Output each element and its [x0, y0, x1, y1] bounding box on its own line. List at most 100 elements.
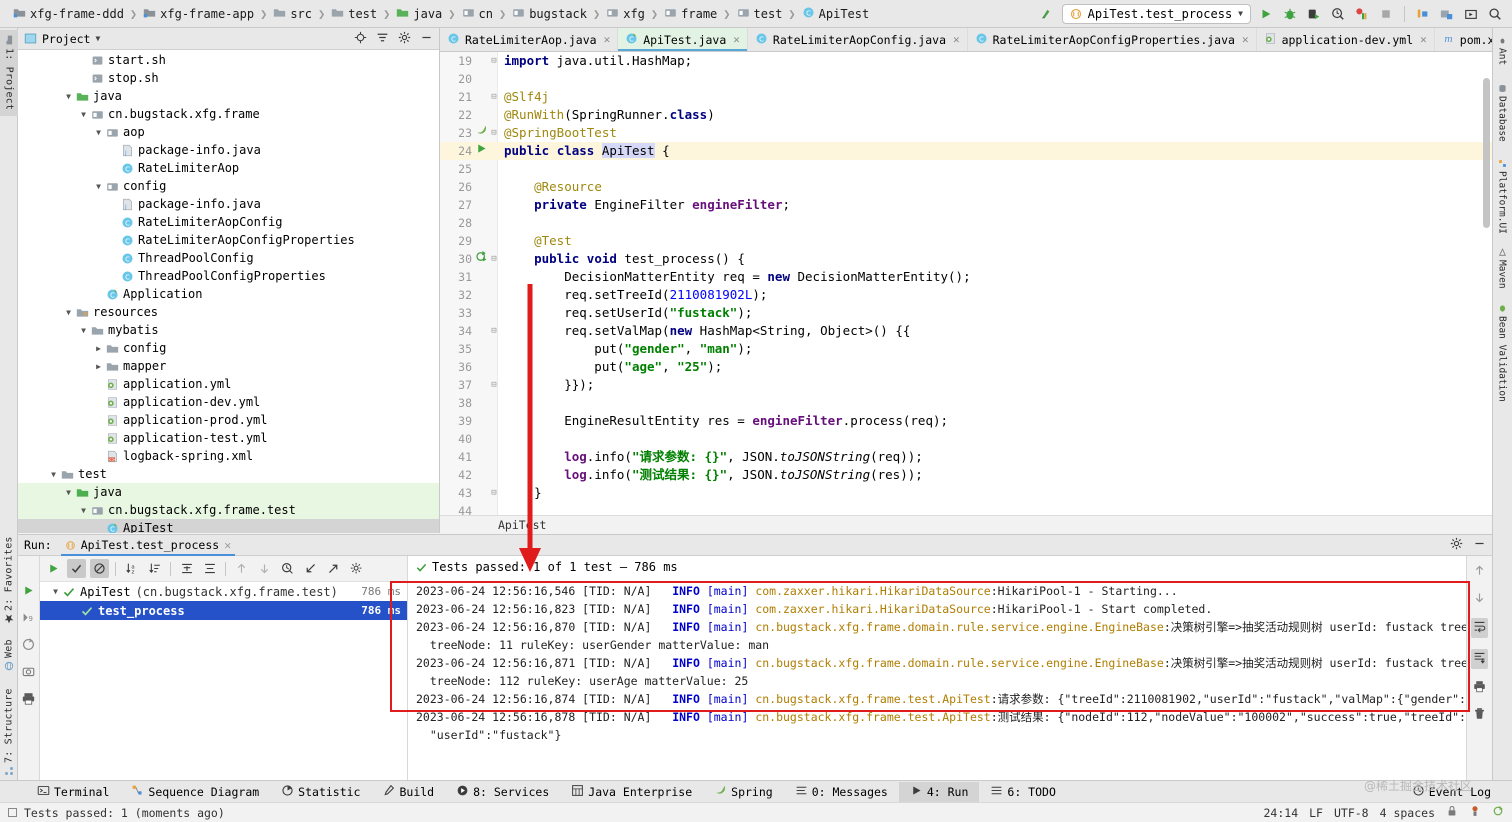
print-icon[interactable] [1473, 680, 1486, 696]
import-results-icon[interactable] [301, 559, 320, 578]
fold-marker[interactable]: ⊟ [488, 376, 500, 394]
stop-icon[interactable] [1377, 5, 1395, 23]
sort-by-duration-icon[interactable] [145, 559, 164, 578]
lock-icon[interactable] [1446, 805, 1458, 820]
fold-marker[interactable] [488, 106, 500, 124]
next-failed-icon[interactable] [255, 559, 274, 578]
tool-window-button-4--run[interactable]: 4: Run [898, 781, 980, 802]
breadcrumb-item-xfg[interactable]: xfg [601, 6, 650, 22]
fold-marker[interactable] [488, 196, 500, 214]
line-separator[interactable]: LF [1309, 806, 1323, 820]
tool-window-button-0--messages[interactable]: 0: Messages [784, 782, 899, 802]
fold-marker[interactable] [488, 448, 500, 466]
breadcrumb-item-xfg-frame-app[interactable]: xfg-frame-app [138, 6, 259, 22]
tree-expand-arrow[interactable]: ▼ [48, 470, 59, 479]
tree-expand-arrow[interactable]: ▼ [78, 326, 89, 335]
sidebar-item-web[interactable]: Web [0, 632, 18, 678]
run-tab[interactable]: ApiTest.test_process ✕ [60, 534, 236, 556]
editor-tab-pom-xml--x[interactable]: mpom.xml (x✕ [1435, 28, 1492, 51]
code-editor[interactable]: 19 ⊟ import java.util.HashMap; 20 21 ⊟ @Slf4j 2… [440, 52, 1492, 533]
build-icon[interactable] [1414, 5, 1432, 23]
tree-node-config[interactable]: ▼ config [18, 177, 439, 195]
sidebar-item-platform-ui[interactable]: Platform.UI [1492, 156, 1512, 236]
tool-window-button-8--services[interactable]: 8: Services [445, 782, 560, 802]
hide-ignored-icon[interactable] [90, 559, 109, 578]
run-coverage-icon[interactable] [1305, 5, 1323, 23]
tree-node-package-info-java[interactable]: Jpackage-info.java [18, 195, 439, 213]
fold-marker[interactable] [488, 430, 500, 448]
tree-node-application-dev-yml[interactable]: application-dev.yml [18, 393, 439, 411]
close-icon[interactable]: ✕ [1242, 33, 1249, 46]
fold-marker[interactable] [488, 394, 500, 412]
chevron-down-icon[interactable]: ▼ [95, 34, 100, 43]
tree-node-mybatis[interactable]: ▼ mybatis [18, 321, 439, 339]
tool-window-button-event-log[interactable]: Event Log [1401, 782, 1502, 802]
breadcrumb-item-bugstack[interactable]: bugstack [507, 6, 592, 22]
tree-node-threadpoolconfigproperties[interactable]: C ThreadPoolConfigProperties [18, 267, 439, 285]
breadcrumb-item-xfg-frame-ddd[interactable]: xfg-frame-ddd [8, 6, 129, 22]
breadcrumb-item-test[interactable]: test [326, 6, 382, 22]
tree-expand-arrow[interactable]: ▶ [93, 344, 104, 353]
tree-node-ratelimiteraopconfig[interactable]: C RateLimiterAopConfig [18, 213, 439, 231]
tree-expand-arrow[interactable]: ▼ [93, 128, 104, 137]
indent-setting[interactable]: 4 spaces [1380, 806, 1435, 820]
run-configuration-selector[interactable]: ApiTest.test_process ▼ [1061, 3, 1251, 24]
tool-window-button-spring[interactable]: Spring [703, 782, 784, 802]
sidebar-item-structure[interactable]: 7: Structure [0, 686, 18, 778]
test-result-row-test-process[interactable]: test_process 786 ms [40, 601, 407, 620]
tree-node-test[interactable]: ▼ test [18, 465, 439, 483]
file-encoding[interactable]: UTF-8 [1334, 806, 1369, 820]
tree-expand-arrow[interactable]: ▼ [78, 110, 89, 119]
search-everywhere-icon[interactable] [1486, 5, 1504, 23]
fold-marker[interactable] [488, 466, 500, 484]
tool-window-button-java-enterprise[interactable]: Java Enterprise [560, 782, 703, 802]
sidebar-item-ant[interactable]: Ant [1492, 32, 1512, 70]
fold-marker[interactable]: ⊟ [488, 52, 500, 70]
fold-marker[interactable] [488, 268, 500, 286]
breadcrumb-item-src[interactable]: src [268, 6, 317, 22]
close-icon[interactable]: ✕ [953, 33, 960, 46]
tree-node-aop[interactable]: ▼ aop [18, 123, 439, 141]
tree-node-mapper[interactable]: ▶ mapper [18, 357, 439, 375]
close-icon[interactable]: ✕ [733, 33, 740, 46]
breadcrumb-item-apitest[interactable]: C ApiTest [797, 6, 875, 22]
back-arrow-icon[interactable] [1038, 5, 1056, 23]
tree-expand-arrow[interactable]: ▼ [63, 92, 74, 101]
inspections-icon[interactable] [1469, 805, 1481, 820]
editor-tab-ratelimiteraop-java[interactable]: C RateLimiterAop.java ✕ [440, 28, 619, 51]
tree-node-application-prod-yml[interactable]: application-prod.yml [18, 411, 439, 429]
tree-node-config[interactable]: ▶ config [18, 339, 439, 357]
sort-alphabetically-icon[interactable]: az [122, 559, 141, 578]
collapse-all-icon[interactable] [376, 31, 389, 47]
caret-position[interactable]: 24:14 [1264, 806, 1299, 820]
tree-node-cn-bugstack-xfg-frame-test[interactable]: ▼ cn.bugstack.xfg.frame.test [18, 501, 439, 519]
editor-tab-apitest-java[interactable]: C ApiTest.java ✕ [618, 28, 748, 51]
editor-scrollbar[interactable] [1483, 78, 1490, 228]
breadcrumb-item-test[interactable]: test [732, 6, 788, 22]
tree-node-application[interactable]: C Application [18, 285, 439, 303]
close-icon[interactable]: ✕ [604, 33, 611, 46]
tree-node-java[interactable]: ▼ java [18, 87, 439, 105]
sidebar-item-maven[interactable]: Maven [1492, 244, 1512, 292]
rerun-icon[interactable] [44, 559, 63, 578]
sidebar-item-favorites[interactable]: 2: Favorites [0, 534, 18, 626]
scroll-to-end-icon[interactable] [1471, 649, 1488, 669]
tool-window-button-build[interactable]: Build [371, 782, 445, 802]
history-icon[interactable] [278, 559, 297, 578]
expand-all-icon[interactable] [177, 559, 196, 578]
stop-icon[interactable] [22, 638, 35, 654]
tree-node-ratelimiteraop[interactable]: C RateLimiterAop [18, 159, 439, 177]
project-tree[interactable]: start.sh stop.sh ▼ java ▼ cn.bugstack.xfg.fra… [18, 50, 439, 533]
run-test-gutter-icon[interactable] [474, 250, 488, 268]
tree-expand-arrow[interactable]: ▼ [63, 308, 74, 317]
close-icon[interactable]: ✕ [1420, 33, 1427, 46]
fold-marker[interactable] [488, 214, 500, 232]
camera-icon[interactable] [22, 665, 35, 681]
tree-expand-arrow[interactable]: ▼ [50, 587, 61, 596]
locate-icon[interactable] [354, 31, 367, 47]
sidebar-item-database[interactable]: Database [1492, 78, 1512, 148]
prev-failed-icon[interactable] [232, 559, 251, 578]
scroll-up-icon[interactable] [1473, 564, 1486, 580]
scroll-down-icon[interactable] [1473, 591, 1486, 607]
fold-marker[interactable]: ⊟ [488, 88, 500, 106]
